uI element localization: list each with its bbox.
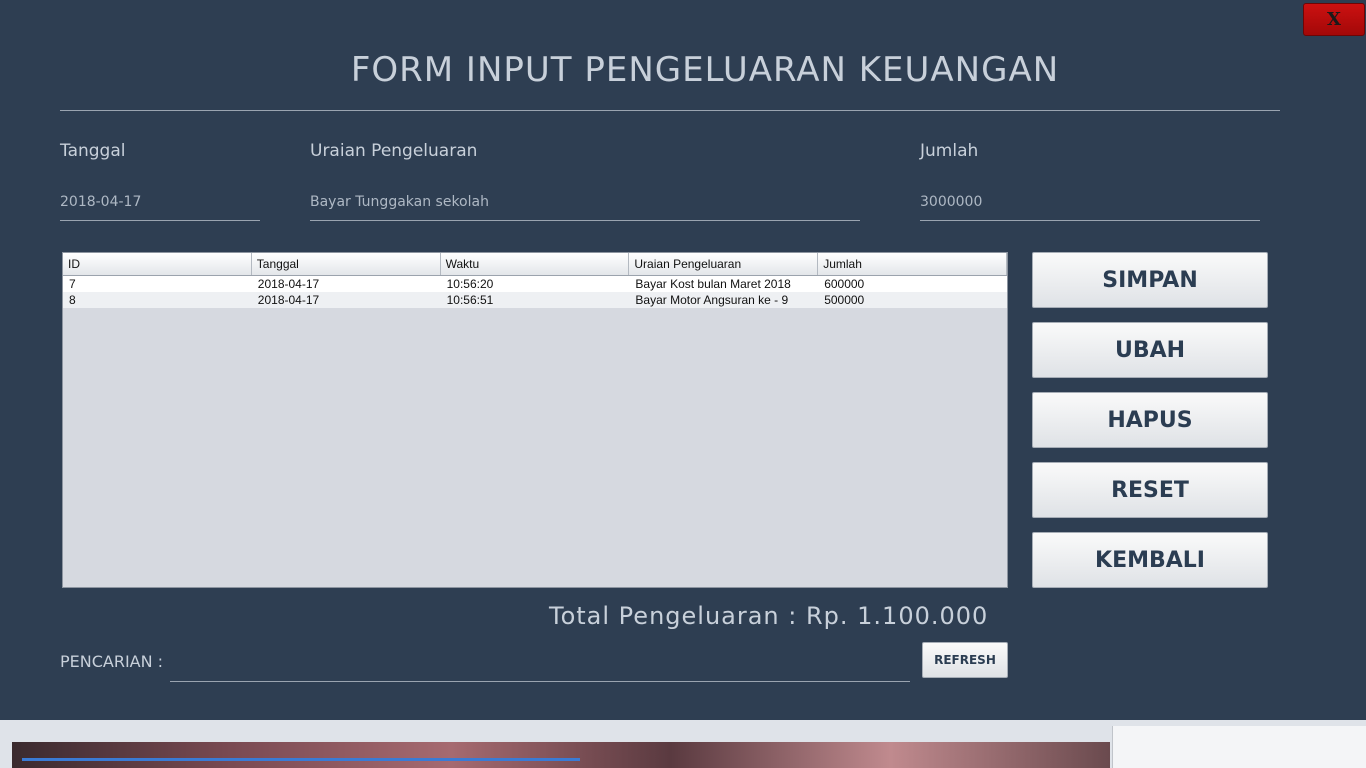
cell-id: 8: [69, 293, 76, 307]
search-input[interactable]: [170, 646, 910, 682]
column-header-jumlah[interactable]: Jumlah: [818, 253, 1007, 275]
refresh-button[interactable]: REFRESH: [922, 642, 1008, 678]
expense-form-window: X FORM INPUT PENGELUARAN KEUANGAN Tangga…: [0, 0, 1366, 720]
cell-jumlah: 600000: [824, 277, 865, 291]
jumlah-label: Jumlah: [920, 141, 979, 161]
cell-id: 7: [69, 277, 76, 291]
taskbar-panel: [1112, 726, 1366, 768]
reset-button[interactable]: RESET: [1032, 462, 1268, 518]
simpan-button[interactable]: SIMPAN: [1032, 252, 1268, 308]
title-divider: [60, 110, 1280, 111]
jumlah-field[interactable]: [920, 183, 1260, 221]
search-label: PENCARIAN :: [60, 652, 164, 671]
hapus-button[interactable]: HAPUS: [1032, 392, 1268, 448]
cell-uraian: Bayar Kost bulan Maret 2018: [635, 277, 791, 291]
table-row[interactable]: 7 2018-04-17 10:56:20 Bayar Kost bulan M…: [63, 276, 1007, 292]
column-header-tanggal[interactable]: Tanggal: [252, 253, 441, 275]
table-header: ID Tanggal Waktu Uraian Pengeluaran Juml…: [63, 253, 1007, 276]
page-title: FORM INPUT PENGELUARAN KEUANGAN: [350, 50, 1060, 90]
table-row[interactable]: 8 2018-04-17 10:56:51 Bayar Motor Angsur…: [63, 292, 1007, 308]
cell-waktu: 10:56:51: [446, 293, 494, 307]
column-header-waktu[interactable]: Waktu: [441, 253, 630, 275]
cell-tanggal: 2018-04-17: [257, 293, 320, 307]
cell-tanggal: 2018-04-17: [257, 277, 320, 291]
tanggal-field[interactable]: [60, 183, 260, 221]
cell-uraian: Bayar Motor Angsuran ke - 9: [635, 293, 789, 307]
progress-bar: [22, 758, 580, 761]
uraian-label: Uraian Pengeluaran: [310, 141, 478, 161]
ubah-button[interactable]: UBAH: [1032, 322, 1268, 378]
expense-table[interactable]: ID Tanggal Waktu Uraian Pengeluaran Juml…: [62, 252, 1008, 588]
total-expense-label: Total Pengeluaran : Rp. 1.100.000: [549, 602, 989, 630]
uraian-field[interactable]: [310, 183, 860, 221]
column-header-id[interactable]: ID: [63, 253, 252, 275]
close-button[interactable]: X: [1303, 3, 1365, 36]
kembali-button[interactable]: KEMBALI: [1032, 532, 1268, 588]
column-header-uraian[interactable]: Uraian Pengeluaran: [629, 253, 819, 275]
tanggal-label: Tanggal: [60, 141, 126, 161]
desktop-wallpaper-image: [12, 742, 1110, 768]
cell-waktu: 10:56:20: [446, 277, 494, 291]
cell-jumlah: 500000: [824, 293, 865, 307]
